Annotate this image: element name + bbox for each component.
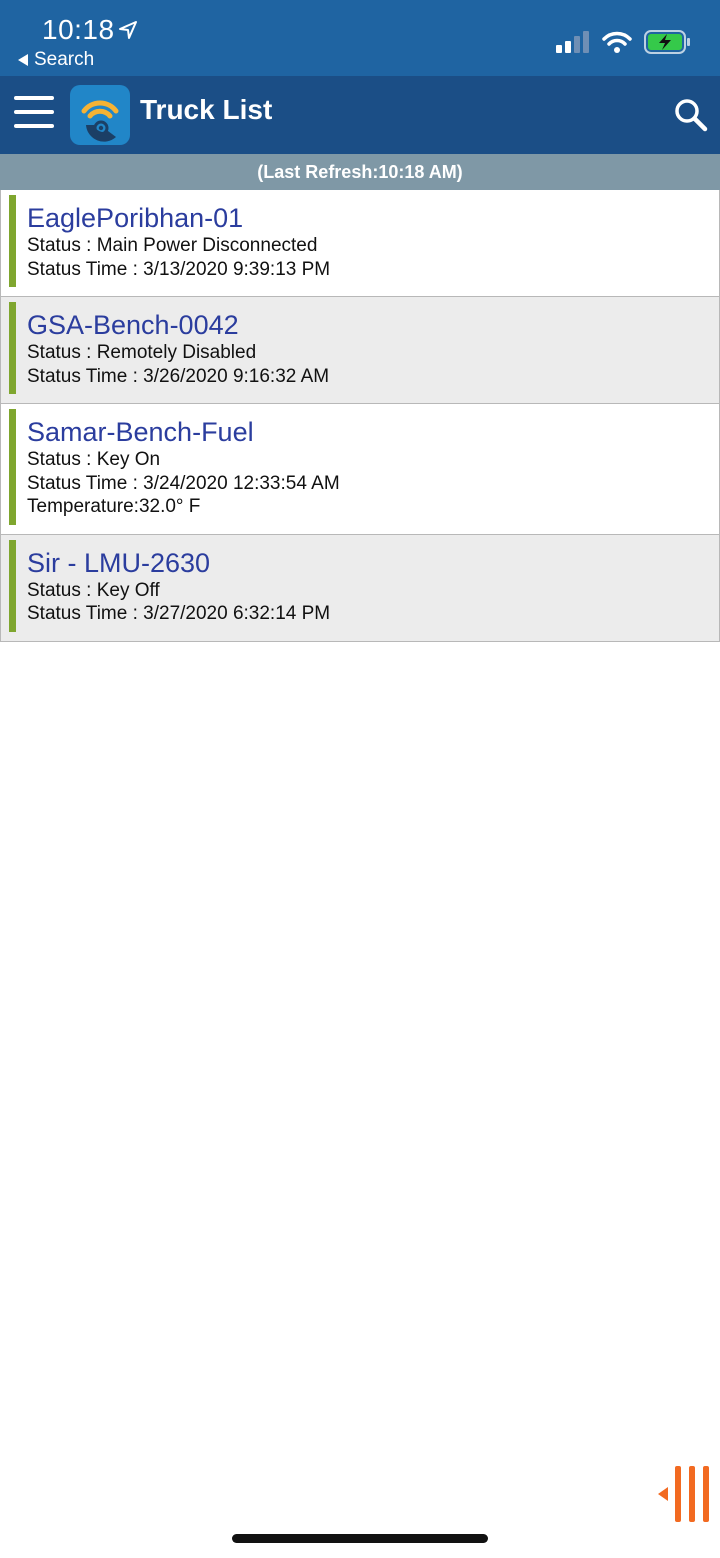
status-indicator-bar <box>9 409 16 525</box>
last-refresh-banner: (Last Refresh:10:18 AM) <box>0 154 720 190</box>
location-arrow-icon <box>119 21 137 39</box>
back-to-search[interactable]: Search <box>18 49 94 71</box>
truck-status-time: Status Time : 3/24/2020 12:33:54 AM <box>27 472 340 494</box>
truck-list-item[interactable]: GSA-Bench-0042 Status : Remotely Disable… <box>0 297 720 404</box>
truck-status: Status : Key On <box>27 449 161 470</box>
battery-charging-icon <box>644 30 690 54</box>
search-icon[interactable] <box>672 96 710 134</box>
wifi-icon <box>602 31 632 53</box>
clock: 10:18 <box>42 14 115 45</box>
truck-status-time: Status Time : 3/27/2020 6:32:14 PM <box>27 603 331 624</box>
truck-name: Sir - LMU-2630 <box>27 547 211 578</box>
truck-status: Status : Remotely Disabled <box>27 342 257 363</box>
truck-temperature: Temperature:32.0° F <box>27 496 201 517</box>
home-indicator[interactable] <box>232 1534 488 1543</box>
truck-status: Status : Main Power Disconnected <box>27 235 318 256</box>
hamburger-menu-icon[interactable] <box>14 96 54 130</box>
back-arrow-icon <box>18 54 28 66</box>
cellular-signal-icon <box>556 31 589 53</box>
truck-name: Samar-Bench-Fuel <box>27 417 254 447</box>
status-indicator-bar <box>9 539 16 632</box>
back-label: Search <box>34 49 95 70</box>
app-header: Truck List <box>0 76 720 154</box>
truck-list-item[interactable]: Sir - LMU-2630 Status : Key Off Status T… <box>0 534 720 642</box>
truck-list-item[interactable]: Samar-Bench-Fuel Status : Key On Status … <box>0 404 720 535</box>
status-indicator-bar <box>9 195 16 287</box>
side-panel-handle-icon[interactable] <box>658 1466 714 1522</box>
status-indicators <box>556 30 692 54</box>
truck-status: Status : Key Off <box>27 579 160 601</box>
truck-list: EaglePoribhan-01 Status : Main Power Dis… <box>0 190 720 642</box>
truck-status-time: Status Time : 3/26/2020 9:16:32 AM <box>27 365 330 387</box>
truck-status-time: Status Time : 3/13/2020 9:39:13 PM <box>27 258 331 280</box>
truck-list-item[interactable]: EaglePoribhan-01 Status : Main Power Dis… <box>0 190 720 297</box>
ios-status-bar: 10:18 Search <box>0 0 720 76</box>
truck-name: GSA-Bench-0042 <box>27 310 239 340</box>
page-title: Truck List <box>140 94 273 125</box>
app-logo-icon <box>70 85 130 145</box>
status-indicator-bar <box>9 302 16 394</box>
truck-name: EaglePoribhan-01 <box>27 203 244 233</box>
